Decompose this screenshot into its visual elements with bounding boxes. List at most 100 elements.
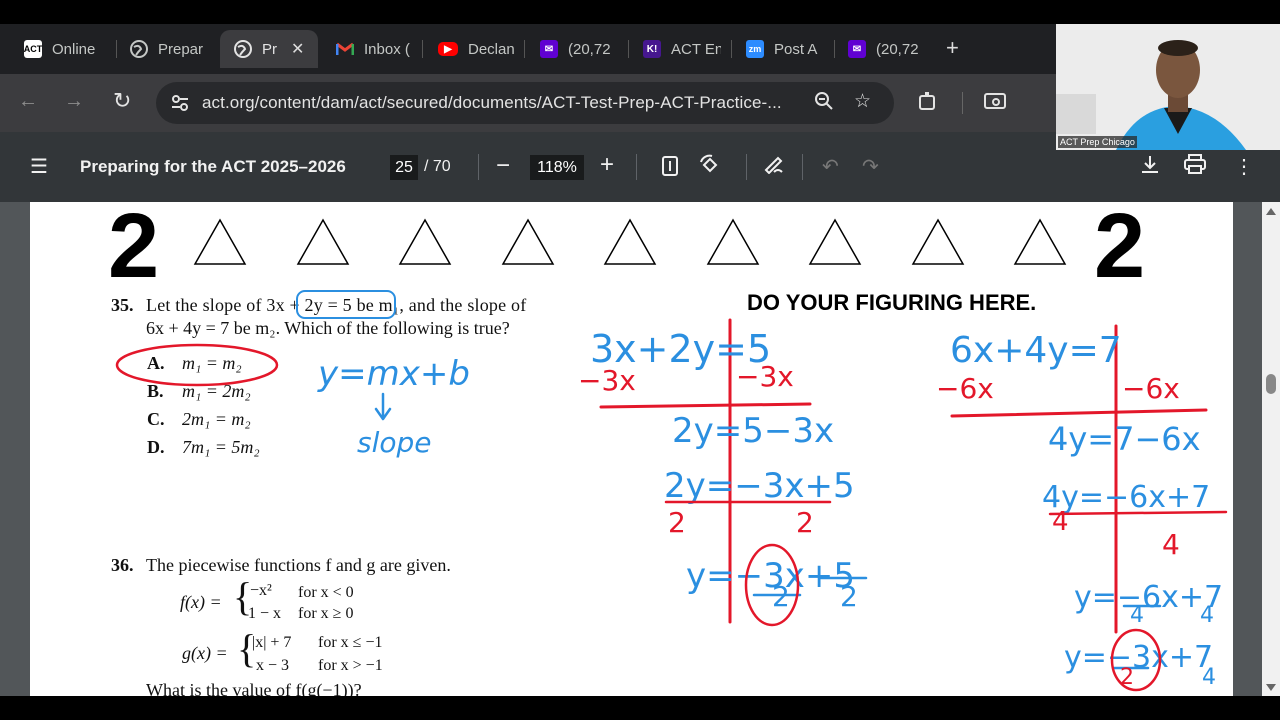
hw-eq4: y=−3x+5 <box>686 556 855 596</box>
zoom-icon: zm <box>746 40 764 58</box>
download-icon[interactable] <box>1140 154 1160 180</box>
tab-declan[interactable]: ▶ Declan <box>438 30 516 68</box>
svg-text:2: 2 <box>1120 665 1134 690</box>
tab-divider <box>628 40 629 58</box>
toolbar-divider <box>746 154 747 180</box>
presenter-video <box>1056 24 1280 150</box>
webcam-feed <box>1056 24 1280 150</box>
globe-icon <box>234 40 252 58</box>
site-settings-icon[interactable] <box>170 93 190 113</box>
svg-text:4: 4 <box>1202 665 1216 690</box>
zoom-magnifier-icon[interactable] <box>814 91 834 117</box>
tab-label: Post A <box>774 40 818 58</box>
tab-label: Inbox ( <box>364 40 410 58</box>
hw-slope-formula: y=mx+b <box>317 354 470 394</box>
hw-div2-left: 2 <box>668 506 686 539</box>
redo-icon[interactable]: ↷ <box>862 154 879 179</box>
hw-minus3x-left: −3x <box>578 364 636 397</box>
tab-label: Prepar <box>158 40 204 58</box>
pdf-page: 2 2 DO YOUR FIGURING HERE. 35. Let the s… <box>30 202 1233 696</box>
tab-pr-active[interactable]: Pr ✕ <box>220 30 318 68</box>
scroll-thumb[interactable] <box>1266 374 1276 394</box>
hw-eq5: 6x+4y=7 <box>950 330 1122 371</box>
act-icon: ACT <box>24 40 42 58</box>
zoom-out-minus-icon[interactable]: − <box>496 152 510 180</box>
svg-text:4: 4 <box>1200 603 1214 628</box>
page-total: / 70 <box>424 158 451 175</box>
hw-minus6x-left: −6x <box>936 372 994 405</box>
pdf-viewer: 2 2 DO YOUR FIGURING HERE. 35. Let the s… <box>0 202 1280 696</box>
bottom-bar <box>0 696 1280 720</box>
new-tab-plus-icon[interactable]: + <box>946 35 959 61</box>
screen-search-icon[interactable] <box>984 92 1006 118</box>
hw-horizontal-line <box>599 402 812 409</box>
svg-text:4: 4 <box>1130 603 1144 628</box>
vertical-scrollbar[interactable] <box>1262 202 1280 696</box>
hw-eq6: 4y=7−6x <box>1048 420 1201 458</box>
zoom-level-input[interactable]: 118% <box>530 155 584 180</box>
print-icon[interactable] <box>1184 154 1206 180</box>
rotate-icon[interactable] <box>698 154 722 182</box>
tab-inbox[interactable]: Inbox ( <box>336 30 412 68</box>
hw-eq3: 2y=−3x+5 <box>664 466 855 506</box>
page-number-input[interactable]: 25 <box>390 155 418 180</box>
tab-label: (20,72 <box>568 40 611 58</box>
tab-label: Declan <box>468 40 515 58</box>
youtube-icon: ▶ <box>438 42 458 56</box>
menu-hamburger-icon[interactable]: ☰ <box>30 154 48 179</box>
handwriting-layer: y=mx+b slope 3x+2y=5 −3x −3x 2y=5−3x 2y=… <box>115 290 1228 692</box>
extensions-icon[interactable] <box>918 91 938 117</box>
hw-down-arrow-icon <box>374 392 392 421</box>
back-arrow-icon[interactable]: ← <box>18 90 38 113</box>
hw-minus6x-right: −6x <box>1122 372 1180 405</box>
forward-arrow-icon[interactable]: → <box>64 90 84 113</box>
hw-minus3x-right: −3x <box>736 360 794 393</box>
hw-div2-right: 2 <box>796 506 814 539</box>
hw-div4-left: 4 <box>1052 507 1069 537</box>
tab-online[interactable]: ACT Online <box>24 30 110 68</box>
tab-divider <box>731 40 732 58</box>
tab-divider <box>116 40 117 58</box>
yahoo-mail-icon: ✉ <box>848 40 866 58</box>
url-text: act.org/content/dam/act/secured/document… <box>202 93 782 112</box>
tab-prepar[interactable]: Prepar <box>130 30 210 68</box>
toolbar-divider <box>636 154 637 180</box>
webcam-name-label: ACT Prep Chicago <box>1058 136 1137 148</box>
hw-eq2: 2y=5−3x <box>672 411 834 451</box>
scroll-down-arrow-icon[interactable] <box>1266 684 1276 691</box>
answer-a-circle <box>115 343 279 387</box>
tab-divider <box>422 40 423 58</box>
tab-divider <box>524 40 525 58</box>
address-bar[interactable]: act.org/content/dam/act/secured/document… <box>156 82 894 124</box>
close-icon[interactable]: ✕ <box>291 39 304 59</box>
equation-highlight-box <box>296 290 396 319</box>
hw-div4-right: 4 <box>1162 528 1180 561</box>
toolbar-divider <box>802 154 803 180</box>
tab-label: (20,72 <box>876 40 919 58</box>
pdf-title: Preparing for the ACT 2025–2026 <box>80 157 346 176</box>
more-options-icon[interactable]: ⋮ <box>1234 154 1254 179</box>
kahoot-icon: K! <box>643 40 661 58</box>
tab-yahoo-1[interactable]: ✉ (20,72 <box>540 30 616 68</box>
hw-slope-label: slope <box>357 426 432 459</box>
reload-icon[interactable]: ↻ <box>113 88 131 114</box>
tab-label: ACT En <box>671 40 721 58</box>
yahoo-mail-icon: ✉ <box>540 40 558 58</box>
undo-icon[interactable]: ↶ <box>822 154 839 179</box>
tab-label: Pr <box>262 40 277 58</box>
tab-act-en[interactable]: K! ACT En <box>643 30 721 68</box>
svg-text:2: 2 <box>840 580 858 613</box>
svg-text:2: 2 <box>772 580 790 613</box>
scroll-up-arrow-icon[interactable] <box>1266 208 1276 215</box>
tab-post[interactable]: zm Post A <box>746 30 826 68</box>
toolbar-divider <box>478 154 479 180</box>
bookmark-star-icon[interactable]: ☆ <box>854 90 871 113</box>
hw-eq9: y=−3x+7 <box>1064 640 1213 675</box>
fit-page-icon[interactable] <box>662 156 678 182</box>
gmail-icon <box>336 40 354 58</box>
annotate-pen-icon[interactable] <box>764 154 784 180</box>
hw-horizontal-line-2 <box>950 408 1208 418</box>
tab-yahoo-2[interactable]: ✉ (20,72 <box>848 30 924 68</box>
zoom-in-plus-icon[interactable]: + <box>600 151 614 179</box>
toolbar-divider <box>962 92 963 114</box>
